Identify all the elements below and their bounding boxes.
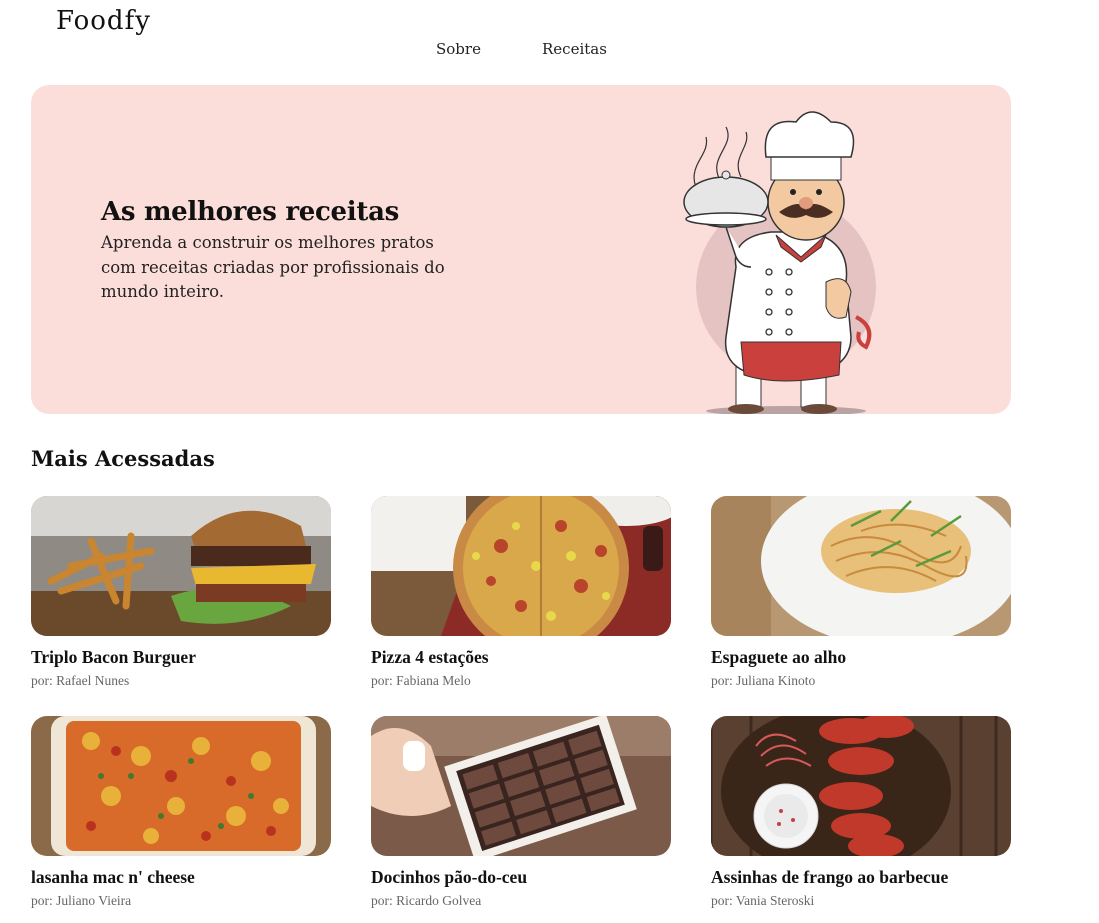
recipe-image-spaghetti[interactable]: [711, 496, 1011, 636]
site-logo[interactable]: Foodfy: [56, 6, 151, 36]
recipe-title[interactable]: Pizza 4 estações: [371, 647, 671, 668]
recipe-title[interactable]: Docinhos pão-do-ceu: [371, 867, 671, 888]
recipe-image-lasanha[interactable]: [31, 716, 331, 856]
recipe-image-docinhos[interactable]: [371, 716, 671, 856]
recipe-author: por: Rafael Nunes: [31, 673, 130, 688]
main-nav: Sobre Receitas: [0, 40, 1099, 62]
hero-title: As melhores receitas: [101, 197, 399, 227]
recipe-author: por: Fabiana Melo: [371, 673, 471, 688]
hero-banner: As melhores receitas Aprenda a construir…: [31, 85, 1011, 414]
recipe-image-assinhas[interactable]: [711, 716, 1011, 856]
recipe-image-pizza[interactable]: [371, 496, 671, 636]
chef-illustration: [683, 111, 876, 414]
recipe-title[interactable]: lasanha mac n' cheese: [31, 867, 331, 888]
recipe-author: por: Juliana Kinoto: [711, 673, 816, 688]
hero-text: Aprenda a construir os melhores pratos c…: [101, 233, 445, 301]
nav-link-sobre[interactable]: Sobre: [436, 40, 481, 58]
recipe-author: por: Vania Steroski: [711, 893, 815, 908]
recipe-card[interactable]: Espaguete ao alho por: Juliana Kinoto: [711, 496, 1011, 689]
recipe-author: por: Juliano Vieira: [31, 893, 132, 908]
recipe-card[interactable]: Triplo Bacon Burguer por: Rafael Nunes: [31, 496, 331, 689]
recipe-title[interactable]: Espaguete ao alho: [711, 647, 1011, 668]
recipe-card[interactable]: Pizza 4 estações por: Fabiana Melo: [371, 496, 671, 689]
recipe-title[interactable]: Assinhas de frango ao barbecue: [711, 867, 1011, 888]
recipe-card[interactable]: Docinhos pão-do-ceu por: Ricardo Golvea: [371, 716, 671, 909]
recipe-author: por: Ricardo Golvea: [371, 893, 482, 908]
recipe-card[interactable]: lasanha mac n' cheese por: Juliano Vieir…: [31, 716, 331, 909]
recipe-card[interactable]: Assinhas de frango ao barbecue por: Vani…: [711, 716, 1011, 909]
recipe-image-burger[interactable]: [31, 496, 331, 636]
section-title-mais-acessadas: Mais Acessadas: [31, 446, 215, 471]
nav-link-receitas[interactable]: Receitas: [542, 40, 607, 58]
recipe-title[interactable]: Triplo Bacon Burguer: [31, 647, 331, 668]
